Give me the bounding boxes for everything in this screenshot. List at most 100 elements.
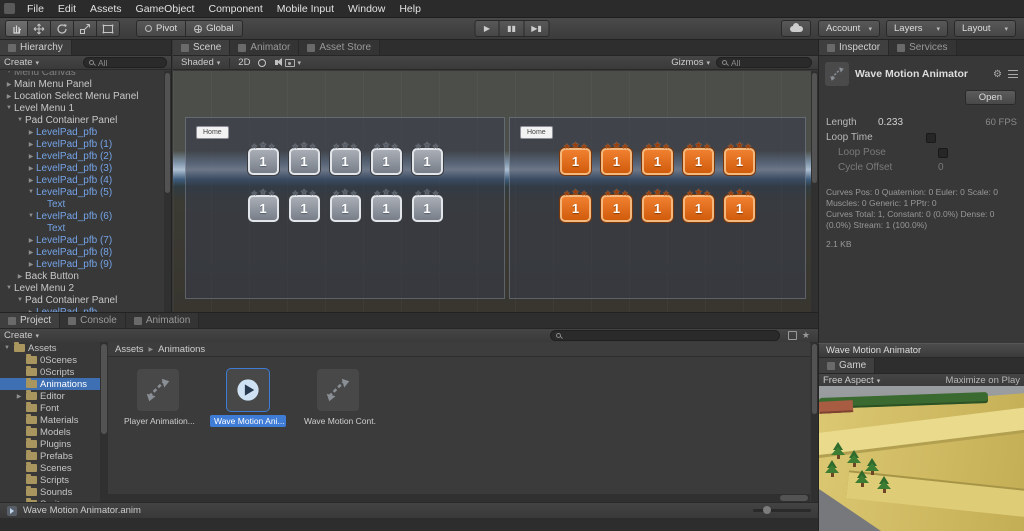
folder-item[interactable]: ▼ Assets: [0, 342, 100, 354]
level-pad-button[interactable]: ★ ★ ★ 1: [287, 140, 321, 175]
hierarchy-item[interactable]: ▶ LevelPad_pfb (7): [0, 234, 164, 246]
hierarchy-item[interactable]: Text: [0, 222, 164, 234]
move-tool-button[interactable]: [28, 20, 51, 37]
chevron-down-icon[interactable]: ▼: [4, 285, 14, 291]
hierarchy-item[interactable]: ▼ Pad Container Panel: [0, 114, 164, 126]
hierarchy-item[interactable]: ▼ Pad Container Panel: [0, 294, 164, 306]
layers-dropdown[interactable]: Layers ▾: [886, 20, 948, 37]
hierarchy-scrollbar[interactable]: [164, 71, 171, 312]
folder-item[interactable]: 0Scripts: [0, 366, 100, 378]
folder-tree-scrollbar[interactable]: [100, 342, 108, 502]
level-pad-button[interactable]: ★ ★ ★ 1: [328, 187, 362, 222]
level-pad-button[interactable]: ★ ★ ★ 1: [246, 140, 280, 175]
hierarchy-item[interactable]: ▶ LevelPad_pfb (1): [0, 138, 164, 150]
tab-console[interactable]: Console: [60, 313, 126, 328]
rotate-tool-button[interactable]: [51, 20, 74, 37]
preview-header[interactable]: Wave Motion Animator: [818, 343, 1024, 358]
gizmos-dropdown[interactable]: Gizmos ▾: [671, 57, 710, 68]
level-pad-button[interactable]: ★ ★ ★ 1: [246, 187, 280, 222]
favorites-star-icon[interactable]: ★: [802, 330, 810, 341]
level-pad-button[interactable]: ★ ★ ★ 1: [600, 140, 634, 175]
level-pad-button[interactable]: ★ ★ ★ 1: [369, 140, 403, 175]
checkbox[interactable]: [938, 147, 948, 158]
2d-toggle-button[interactable]: 2D: [235, 57, 253, 68]
hierarchy-item[interactable]: ▼ Level Menu 1: [0, 102, 164, 114]
breadcrumb-item[interactable]: Assets: [115, 344, 144, 355]
folder-item[interactable]: Scenes: [0, 462, 100, 474]
level-pad-button[interactable]: ★ ★ ★ 1: [559, 140, 593, 175]
pivot-toggle-button[interactable]: Pivot: [136, 20, 187, 37]
hierarchy-item[interactable]: ▶ LevelPad_pfb (9): [0, 258, 164, 270]
folder-item[interactable]: ▶ Editor: [0, 390, 100, 402]
search-by-type-icon[interactable]: [787, 331, 797, 340]
menu-edit[interactable]: Edit: [51, 1, 83, 17]
scrollbar-thumb[interactable]: [812, 344, 817, 414]
hierarchy-item[interactable]: Text: [0, 198, 164, 210]
menu-mobile-input[interactable]: Mobile Input: [270, 1, 341, 17]
project-create-dropdown[interactable]: Create ▾: [4, 330, 39, 341]
slider-thumb[interactable]: [763, 506, 771, 514]
hierarchy-item[interactable]: ▶ LevelPad_pfb (2): [0, 150, 164, 162]
context-menu-icon[interactable]: [1008, 70, 1018, 78]
checkbox[interactable]: [926, 132, 936, 143]
shaded-dropdown[interactable]: Shaded ▾: [177, 57, 224, 68]
menu-help[interactable]: Help: [392, 1, 428, 17]
chevron-down-icon[interactable]: ▾: [297, 59, 301, 67]
scrollbar-thumb[interactable]: [780, 495, 808, 501]
folder-item[interactable]: 0Scenes: [0, 354, 100, 366]
asset-item[interactable]: Wave Motion Cont...: [300, 369, 376, 427]
level-pad-button[interactable]: ★ ★ ★ 1: [723, 187, 757, 222]
content-scrollbar[interactable]: [811, 342, 818, 502]
icon-size-slider[interactable]: [753, 506, 811, 514]
scrollbar-thumb[interactable]: [101, 344, 107, 434]
level-pad-button[interactable]: ★ ★ ★ 1: [682, 140, 716, 175]
chevron-down-icon[interactable]: ▼: [26, 189, 36, 195]
hierarchy-item[interactable]: ▼ LevelPad_pfb (5): [0, 186, 164, 198]
hierarchy-create-dropdown[interactable]: Create ▾: [4, 57, 39, 68]
level-pad-button[interactable]: ★ ★ ★ 1: [410, 140, 444, 175]
chevron-right-icon[interactable]: ▶: [26, 153, 36, 160]
folder-item[interactable]: Prefabs: [0, 450, 100, 462]
hierarchy-item[interactable]: ▶ Main Menu Panel: [0, 78, 164, 90]
scene-viewport[interactable]: Home ★ ★ ★ 1 ★ ★ ★ 1 ★ ★ ★ 1 ★ ★ ★ 1 ★ ★ ★ 1 ★ ★ ★ 1 ★ ★ ★ 1 ★ ★ ★ 1 ★ ★ ★ 1…: [173, 71, 811, 312]
hierarchy-item[interactable]: ▼ LevelPad_pfb (6): [0, 210, 164, 222]
asset-item[interactable]: Wave Motion Ani...: [210, 369, 286, 427]
game-viewport[interactable]: [819, 386, 1024, 531]
chevron-right-icon[interactable]: ▶: [26, 237, 36, 244]
content-hscrollbar[interactable]: [108, 494, 810, 502]
collab-cloud-button[interactable]: [781, 20, 811, 37]
hierarchy-item[interactable]: ▶ Back Button: [0, 270, 164, 282]
scene-search-input[interactable]: All: [716, 57, 812, 68]
folder-item[interactable]: Models: [0, 426, 100, 438]
chevron-down-icon[interactable]: ▼: [15, 297, 25, 303]
pause-button[interactable]: ▮▮: [499, 20, 525, 37]
chevron-right-icon[interactable]: ▶: [4, 81, 14, 88]
rect-tool-button[interactable]: [97, 20, 120, 37]
audio-icon[interactable]: [275, 58, 283, 66]
level-pad-button[interactable]: ★ ★ ★ 1: [369, 187, 403, 222]
home-button[interactable]: Home: [520, 126, 553, 139]
level-pad-button[interactable]: ★ ★ ★ 1: [559, 187, 593, 222]
level-pad-button[interactable]: ★ ★ ★ 1: [328, 140, 362, 175]
level-pad-button[interactable]: ★ ★ ★ 1: [287, 187, 321, 222]
hierarchy-search-input[interactable]: All: [83, 57, 167, 68]
folder-item[interactable]: Animations: [0, 378, 100, 390]
menu-assets[interactable]: Assets: [83, 1, 129, 17]
hierarchy-item[interactable]: ▶ LevelPad_pfb (8): [0, 246, 164, 258]
folder-item[interactable]: Plugins: [0, 438, 100, 450]
global-toggle-button[interactable]: Global: [186, 20, 243, 37]
layout-dropdown[interactable]: Layout ▾: [954, 20, 1016, 37]
pan-tool-button[interactable]: [5, 20, 28, 37]
chevron-right-icon[interactable]: ▶: [26, 129, 36, 136]
play-button[interactable]: ▶: [474, 20, 500, 37]
home-button[interactable]: Home: [196, 126, 229, 139]
level-pad-button[interactable]: ★ ★ ★ 1: [682, 187, 716, 222]
account-dropdown[interactable]: Account ▾: [818, 20, 880, 37]
tab-asset-store[interactable]: Asset Store: [299, 40, 381, 55]
menu-window[interactable]: Window: [341, 1, 392, 17]
chevron-right-icon[interactable]: ▶: [4, 93, 14, 100]
chevron-down-icon[interactable]: ▼: [3, 345, 11, 351]
scrollbar-thumb[interactable]: [165, 73, 170, 193]
open-button[interactable]: Open: [964, 90, 1016, 105]
menu-gameobject[interactable]: GameObject: [129, 1, 202, 17]
